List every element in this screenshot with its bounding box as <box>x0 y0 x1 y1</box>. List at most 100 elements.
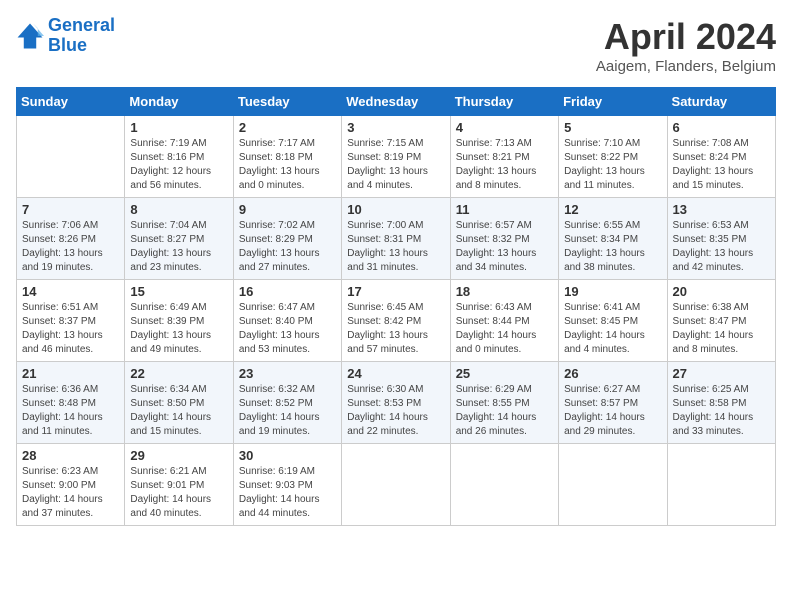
day-info: Sunrise: 6:43 AMSunset: 8:44 PMDaylight:… <box>456 301 553 357</box>
day-number: 19 <box>564 284 661 299</box>
month-title: April 2024 <box>596 16 776 58</box>
day-number: 1 <box>130 120 227 135</box>
calendar-cell: 23Sunrise: 6:32 AMSunset: 8:52 PMDayligh… <box>233 362 341 444</box>
day-info: Sunrise: 7:04 AMSunset: 8:27 PMDaylight:… <box>130 219 227 275</box>
day-number: 28 <box>22 448 119 463</box>
col-header-monday: Monday <box>125 88 233 116</box>
day-number: 14 <box>22 284 119 299</box>
day-info: Sunrise: 7:00 AMSunset: 8:31 PMDaylight:… <box>347 219 444 275</box>
calendar-cell: 22 Sunrise: 6:34 AMSunset: 8:50 PMDayligh… <box>125 362 233 444</box>
location: Aaigem, Flanders, Belgium <box>596 58 776 75</box>
col-header-saturday: Saturday <box>667 88 775 116</box>
day-info: Sunrise: 7:02 AMSunset: 8:29 PMDaylight:… <box>239 219 336 275</box>
calendar-cell: 18 Sunrise: 6:43 AMSunset: 8:44 PMDayligh… <box>450 280 558 362</box>
calendar-cell <box>450 444 558 526</box>
calendar-cell: 24 Sunrise: 6:30 AMSunset: 8:53 PMDayligh… <box>342 362 450 444</box>
col-header-friday: Friday <box>559 88 667 116</box>
calendar-cell: 8 Sunrise: 7:04 AMSunset: 8:27 PMDaylight… <box>125 198 233 280</box>
calendar-cell: 7 Sunrise: 7:06 AMSunset: 8:26 PMDaylight… <box>17 198 125 280</box>
logo-icon <box>16 22 44 50</box>
day-number: 15 <box>130 284 227 299</box>
calendar-cell: 16Sunrise: 6:47 AMSunset: 8:40 PMDayligh… <box>233 280 341 362</box>
day-info: Sunrise: 7:15 AMSunset: 8:19 PMDaylight:… <box>347 137 444 193</box>
day-info: Sunrise: 6:47 AMSunset: 8:40 PMDaylight:… <box>239 301 336 357</box>
day-number: 18 <box>456 284 553 299</box>
day-info: Sunrise: 6:57 AMSunset: 8:32 PMDaylight:… <box>456 219 553 275</box>
calendar-cell: 11 Sunrise: 6:57 AMSunset: 8:32 PMDayligh… <box>450 198 558 280</box>
calendar-cell: 15 Sunrise: 6:49 AMSunset: 8:39 PMDayligh… <box>125 280 233 362</box>
day-number: 7 <box>22 202 119 217</box>
day-info: Sunrise: 7:06 AMSunset: 8:26 PMDaylight:… <box>22 219 119 275</box>
calendar-cell: 4 Sunrise: 7:13 AMSunset: 8:21 PMDaylight… <box>450 116 558 198</box>
day-number: 6 <box>673 120 770 135</box>
calendar-cell: 30 Sunrise: 6:19 AMSunset: 9:03 PMDayligh… <box>233 444 341 526</box>
day-info: Sunrise: 6:34 AMSunset: 8:50 PMDaylight:… <box>130 383 227 439</box>
day-number: 3 <box>347 120 444 135</box>
day-info: Sunrise: 6:51 AMSunset: 8:37 PMDaylight:… <box>22 301 119 357</box>
calendar-cell: 9 Sunrise: 7:02 AMSunset: 8:29 PMDaylight… <box>233 198 341 280</box>
calendar-table: SundayMondayTuesdayWednesdayThursdayFrid… <box>16 87 776 526</box>
day-info: Sunrise: 6:53 AMSunset: 8:35 PMDaylight:… <box>673 219 770 275</box>
calendar-cell: 3 Sunrise: 7:15 AMSunset: 8:19 PMDaylight… <box>342 116 450 198</box>
day-info: Sunrise: 6:29 AMSunset: 8:55 PMDaylight:… <box>456 383 553 439</box>
day-number: 9 <box>239 202 336 217</box>
calendar-cell: 20 Sunrise: 6:38 AMSunset: 8:47 PMDayligh… <box>667 280 775 362</box>
day-info: Sunrise: 7:13 AMSunset: 8:21 PMDaylight:… <box>456 137 553 193</box>
calendar-cell: 26 Sunrise: 6:27 AMSunset: 8:57 PMDayligh… <box>559 362 667 444</box>
col-header-thursday: Thursday <box>450 88 558 116</box>
day-info: Sunrise: 7:17 AMSunset: 8:18 PMDaylight:… <box>239 137 336 193</box>
logo-text-blue: Blue <box>48 36 115 56</box>
day-info: Sunrise: 6:30 AMSunset: 8:53 PMDaylight:… <box>347 383 444 439</box>
day-number: 22 <box>130 366 227 381</box>
day-number: 12 <box>564 202 661 217</box>
day-number: 21 <box>22 366 119 381</box>
day-info: Sunrise: 6:23 AMSunset: 9:00 PMDaylight:… <box>22 465 119 521</box>
day-number: 20 <box>673 284 770 299</box>
calendar-cell: 1 Sunrise: 7:19 AMSunset: 8:16 PMDaylight… <box>125 116 233 198</box>
logo: General Blue <box>16 16 115 56</box>
day-info: Sunrise: 6:49 AMSunset: 8:39 PMDaylight:… <box>130 301 227 357</box>
calendar-cell: 10 Sunrise: 7:00 AMSunset: 8:31 PMDayligh… <box>342 198 450 280</box>
day-info: Sunrise: 6:38 AMSunset: 8:47 PMDaylight:… <box>673 301 770 357</box>
calendar-cell: 27Sunrise: 6:25 AMSunset: 8:58 PMDayligh… <box>667 362 775 444</box>
day-info: Sunrise: 7:10 AMSunset: 8:22 PMDaylight:… <box>564 137 661 193</box>
day-number: 11 <box>456 202 553 217</box>
logo-text-general: General <box>48 16 115 36</box>
day-number: 13 <box>673 202 770 217</box>
calendar-cell <box>667 444 775 526</box>
day-number: 26 <box>564 366 661 381</box>
calendar-cell: 14 Sunrise: 6:51 AMSunset: 8:37 PMDayligh… <box>17 280 125 362</box>
calendar-cell <box>17 116 125 198</box>
day-info: Sunrise: 6:19 AMSunset: 9:03 PMDaylight:… <box>239 465 336 521</box>
day-number: 10 <box>347 202 444 217</box>
page-header: General Blue April 2024 Aaigem, Flanders… <box>16 16 776 75</box>
col-header-sunday: Sunday <box>17 88 125 116</box>
col-header-tuesday: Tuesday <box>233 88 341 116</box>
day-number: 23 <box>239 366 336 381</box>
day-number: 5 <box>564 120 661 135</box>
day-info: Sunrise: 6:36 AMSunset: 8:48 PMDaylight:… <box>22 383 119 439</box>
day-info: Sunrise: 7:19 AMSunset: 8:16 PMDaylight:… <box>130 137 227 193</box>
calendar-cell: 21 Sunrise: 6:36 AMSunset: 8:48 PMDayligh… <box>17 362 125 444</box>
calendar-cell: 6Sunrise: 7:08 AMSunset: 8:24 PMDaylight… <box>667 116 775 198</box>
day-info: Sunrise: 6:21 AMSunset: 9:01 PMDaylight:… <box>130 465 227 521</box>
day-info: Sunrise: 6:41 AMSunset: 8:45 PMDaylight:… <box>564 301 661 357</box>
day-info: Sunrise: 6:55 AMSunset: 8:34 PMDaylight:… <box>564 219 661 275</box>
calendar-cell: 13 Sunrise: 6:53 AMSunset: 8:35 PMDayligh… <box>667 198 775 280</box>
day-number: 30 <box>239 448 336 463</box>
calendar-cell: 19 Sunrise: 6:41 AMSunset: 8:45 PMDayligh… <box>559 280 667 362</box>
day-number: 2 <box>239 120 336 135</box>
calendar-cell: 5 Sunrise: 7:10 AMSunset: 8:22 PMDaylight… <box>559 116 667 198</box>
day-info: Sunrise: 6:45 AMSunset: 8:42 PMDaylight:… <box>347 301 444 357</box>
day-number: 17 <box>347 284 444 299</box>
day-number: 4 <box>456 120 553 135</box>
calendar-cell: 29Sunrise: 6:21 AMSunset: 9:01 PMDayligh… <box>125 444 233 526</box>
calendar-cell: 17 Sunrise: 6:45 AMSunset: 8:42 PMDayligh… <box>342 280 450 362</box>
day-number: 27 <box>673 366 770 381</box>
day-info: Sunrise: 6:27 AMSunset: 8:57 PMDaylight:… <box>564 383 661 439</box>
day-number: 24 <box>347 366 444 381</box>
calendar-cell: 28 Sunrise: 6:23 AMSunset: 9:00 PMDayligh… <box>17 444 125 526</box>
calendar-cell: 12 Sunrise: 6:55 AMSunset: 8:34 PMDayligh… <box>559 198 667 280</box>
calendar-cell: 2 Sunrise: 7:17 AMSunset: 8:18 PMDaylight… <box>233 116 341 198</box>
day-number: 8 <box>130 202 227 217</box>
